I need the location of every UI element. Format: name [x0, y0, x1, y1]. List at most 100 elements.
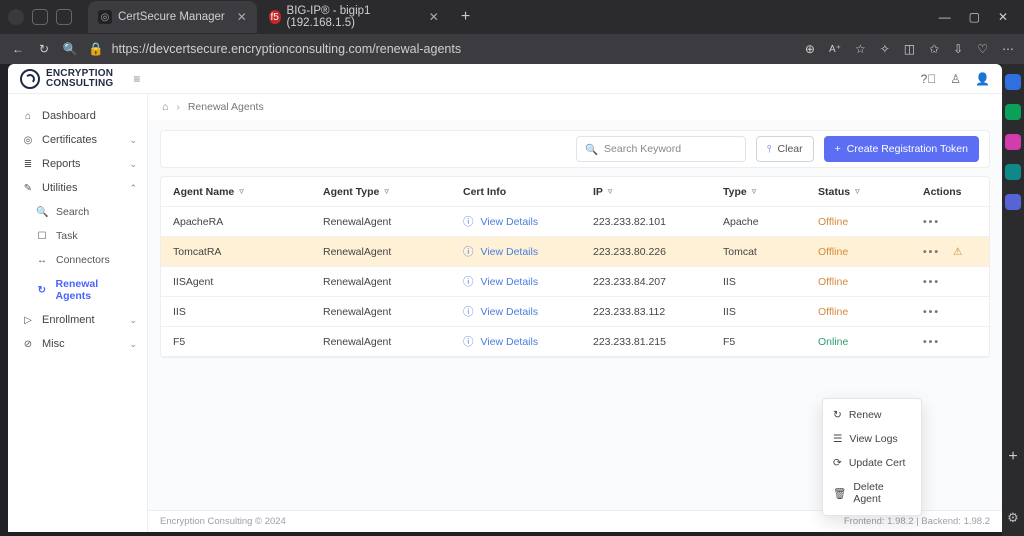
- cell-actions[interactable]: •••: [917, 330, 997, 354]
- home-icon[interactable]: ⌂: [162, 101, 168, 113]
- cell-type: IIS: [717, 300, 812, 324]
- menu-update-cert[interactable]: ⟳Update Cert: [823, 451, 921, 475]
- cell-actions[interactable]: •••: [917, 210, 997, 234]
- table-header: Agent Name▿ Agent Type▿ Cert Info IP▿ Ty…: [161, 177, 989, 207]
- refresh-button[interactable]: ↻: [36, 41, 52, 57]
- col-ip[interactable]: IP▿: [587, 180, 717, 204]
- address-bar[interactable]: 🔒 https://devcertsecure.encryptionconsul…: [88, 42, 795, 57]
- close-window-button[interactable]: ✕: [998, 10, 1008, 24]
- table-row: F5RenewalAgentⓘView Details223.233.81.21…: [161, 327, 989, 357]
- search-button[interactable]: 🔍: [62, 41, 78, 57]
- org-icon[interactable]: ♙: [950, 72, 961, 86]
- table-row: IISRenewalAgentⓘView Details223.233.83.1…: [161, 297, 989, 327]
- cell-view-details[interactable]: ⓘView Details: [457, 298, 587, 325]
- sidebar-settings-button[interactable]: ⚙: [1007, 510, 1019, 526]
- minimize-button[interactable]: —: [939, 10, 951, 24]
- more-icon[interactable]: •••: [923, 306, 940, 318]
- brand-logo[interactable]: ENCRYPTION CONSULTING: [20, 69, 113, 89]
- refresh-icon: ↻: [833, 409, 842, 421]
- col-agent-name[interactable]: Agent Name▿: [167, 180, 317, 204]
- cell-actions[interactable]: •••: [917, 300, 997, 324]
- new-tab-button[interactable]: +: [451, 8, 480, 26]
- profile-avatar[interactable]: [8, 9, 24, 25]
- tool-icon: ✎: [22, 183, 34, 194]
- tab-certsecure[interactable]: ◎ CertSecure Manager ✕: [88, 1, 257, 33]
- cell-view-details[interactable]: ⓘView Details: [457, 238, 587, 265]
- user-icon[interactable]: 👤: [975, 72, 990, 86]
- sidebar-item-utilities[interactable]: ✎Utilities⌃: [8, 176, 147, 200]
- workspaces-icon[interactable]: [32, 9, 48, 25]
- downloads-icon[interactable]: ⇩: [953, 42, 963, 56]
- read-aloud-icon[interactable]: A⁺: [829, 44, 841, 55]
- sidebar-item-renewal-agents[interactable]: ↻Renewal Agents: [8, 272, 147, 308]
- cell-view-details[interactable]: ⓘView Details: [457, 328, 587, 355]
- filter-icon[interactable]: ▿: [608, 186, 613, 197]
- collections-icon[interactable]: ✩: [929, 42, 939, 56]
- sidebar-label: Dashboard: [42, 110, 96, 122]
- col-status[interactable]: Status▿: [812, 180, 917, 204]
- help-icon[interactable]: ?⃝: [921, 72, 937, 86]
- breadcrumb-page[interactable]: Renewal Agents: [188, 101, 264, 113]
- sidebar-item-dashboard[interactable]: ⌂Dashboard: [8, 104, 147, 128]
- search-input[interactable]: 🔍 Search Keyword: [576, 136, 746, 162]
- filter-icon[interactable]: ▿: [752, 186, 757, 197]
- cell-actions[interactable]: •••⚠: [917, 240, 997, 264]
- more-icon[interactable]: •••: [923, 246, 940, 258]
- back-button[interactable]: ←: [10, 41, 26, 57]
- more-icon[interactable]: •••: [923, 276, 940, 288]
- sidebar-add-button[interactable]: +: [1008, 448, 1017, 466]
- col-agent-type[interactable]: Agent Type▿: [317, 180, 457, 204]
- favorite-icon[interactable]: ☆: [855, 42, 866, 56]
- sidebar: ⌂Dashboard ◎Certificates⌄ ≣Reports⌄ ✎Uti…: [8, 94, 148, 532]
- sidebar-item-connectors[interactable]: ↔Connectors: [8, 248, 147, 272]
- clear-button[interactable]: ⫯ Clear: [756, 136, 814, 162]
- sidebar-app-5[interactable]: [1005, 194, 1021, 210]
- sidebar-app-1[interactable]: [1005, 74, 1021, 90]
- heart-icon[interactable]: ♡: [977, 42, 988, 56]
- cell-view-details[interactable]: ⓘView Details: [457, 208, 587, 235]
- close-icon[interactable]: ✕: [429, 10, 439, 24]
- sidebar-item-reports[interactable]: ≣Reports⌄: [8, 152, 147, 176]
- hamburger-icon[interactable]: ≡: [133, 72, 140, 86]
- sidebar-label: Search: [56, 206, 89, 218]
- sidebar-app-3[interactable]: [1005, 134, 1021, 150]
- cell-actions[interactable]: •••: [917, 270, 997, 294]
- cell-agent-name: IIS: [167, 300, 317, 324]
- more-icon[interactable]: ⋯: [1002, 42, 1014, 56]
- filter-icon[interactable]: ▿: [855, 186, 860, 197]
- split-screen-icon[interactable]: [56, 9, 72, 25]
- sidebar-label: Task: [56, 230, 78, 242]
- sidebar-item-enrollment[interactable]: ▷Enrollment⌄: [8, 308, 147, 332]
- chevron-down-icon: ⌄: [129, 339, 137, 350]
- sidebar-item-task[interactable]: ☐ Task: [8, 224, 147, 248]
- more-icon[interactable]: •••: [923, 216, 940, 228]
- sidebar-app-2[interactable]: [1005, 104, 1021, 120]
- extensions-icon[interactable]: ✧: [880, 42, 890, 56]
- filter-icon[interactable]: ▿: [239, 186, 244, 197]
- close-icon[interactable]: ✕: [237, 10, 247, 24]
- cell-agent-type: RenewalAgent: [317, 210, 457, 234]
- menu-delete-agent[interactable]: 🗑Delete Agent: [823, 475, 921, 511]
- sidebar-item-search[interactable]: 🔍 Search: [8, 200, 147, 224]
- sidebar-item-certificates[interactable]: ◎Certificates⌄: [8, 128, 147, 152]
- tab-bigip[interactable]: f5 BIG-IP® - bigip1 (192.168.1.5) ✕: [259, 1, 449, 33]
- filter-icon[interactable]: ▿: [384, 186, 389, 197]
- col-type[interactable]: Type▿: [717, 180, 812, 204]
- sidebar-item-misc[interactable]: ⊘Misc⌄: [8, 332, 147, 356]
- menu-renew[interactable]: ↻Renew: [823, 403, 921, 427]
- cell-view-details[interactable]: ⓘView Details: [457, 268, 587, 295]
- split-icon[interactable]: ◫: [904, 42, 915, 56]
- info-icon: ⓘ: [463, 304, 474, 319]
- breadcrumb: ⌂ › Renewal Agents: [148, 94, 1002, 120]
- create-token-button[interactable]: + Create Registration Token: [824, 136, 979, 162]
- sidebar-app-4[interactable]: [1005, 164, 1021, 180]
- maximize-button[interactable]: ▢: [969, 10, 980, 24]
- zoom-icon[interactable]: ⊕: [805, 42, 815, 56]
- search-icon: 🔍: [36, 207, 48, 218]
- task-icon: ☐: [36, 231, 48, 242]
- browser-toolbar: ← ↻ 🔍 🔒 https://devcertsecure.encryption…: [0, 34, 1024, 64]
- logo-icon: [20, 69, 40, 89]
- menu-view-logs[interactable]: ☰View Logs: [823, 427, 921, 451]
- footer-copyright: Encryption Consulting © 2024: [160, 516, 286, 527]
- more-icon[interactable]: •••: [923, 336, 940, 348]
